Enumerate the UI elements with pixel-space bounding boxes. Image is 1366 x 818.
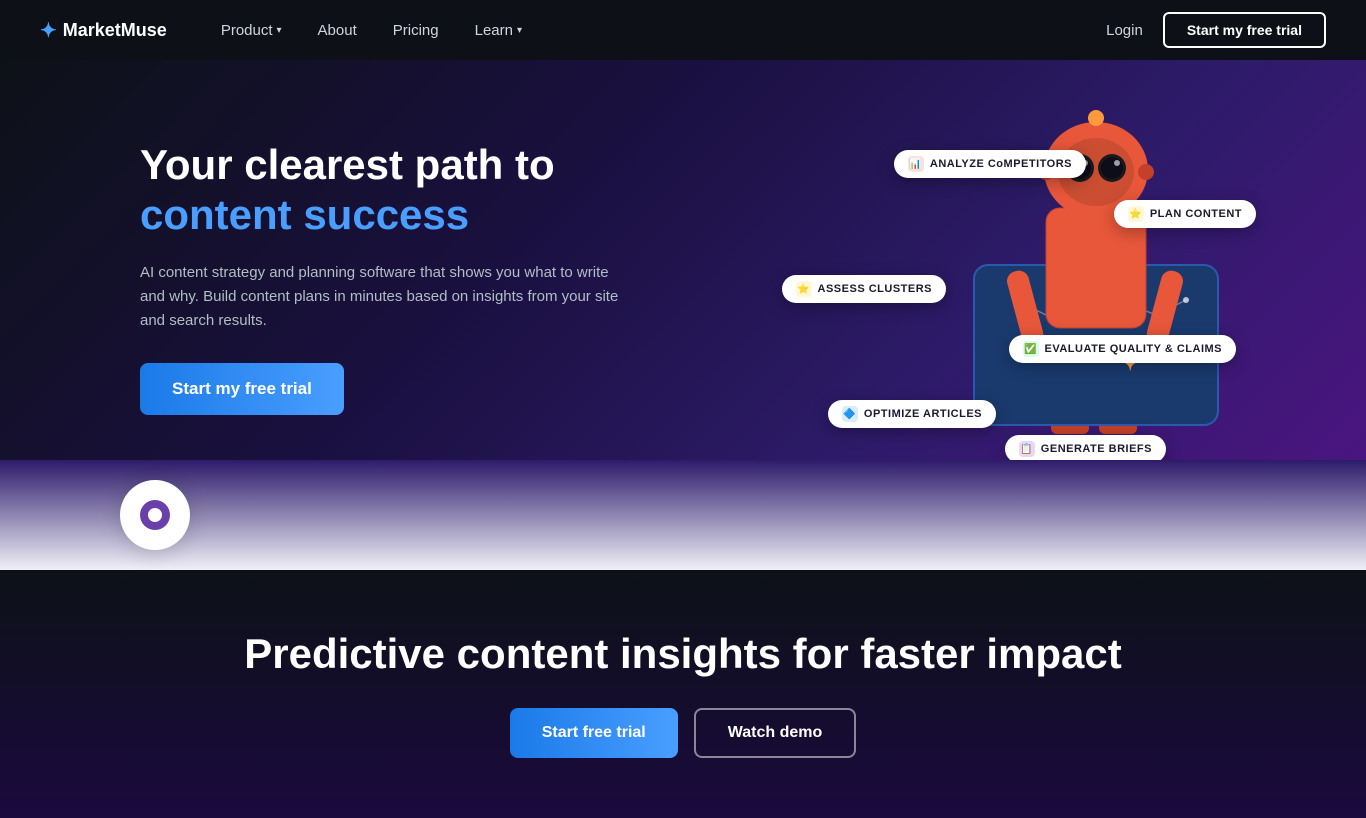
transition-section: [0, 460, 1366, 570]
nav-cta-button[interactable]: Start my free trial: [1163, 12, 1326, 48]
hero-title-accent: content success: [140, 191, 469, 238]
nav-pricing[interactable]: Pricing: [379, 14, 453, 47]
chip-optimize: 🔷 OPTIMIZE ARTICLES: [828, 400, 996, 428]
trust-logo-graphic: [140, 500, 170, 530]
hero-content: Your clearest path to content success AI…: [140, 120, 700, 460]
plan-icon: ⭐: [1128, 206, 1144, 222]
analyze-icon: 📊: [908, 156, 924, 172]
nav-links: Product ▾ About Pricing Learn ▾: [207, 14, 1106, 47]
hero-title-line1: Your clearest path to: [140, 141, 555, 188]
bottom-title: Predictive content insights for faster i…: [80, 630, 1286, 678]
bottom-start-trial-button[interactable]: Start free trial: [510, 708, 678, 758]
nav-learn[interactable]: Learn ▾: [461, 14, 536, 47]
bottom-cta-row: Start free trial Watch demo: [80, 708, 1286, 758]
nav-right: Login Start my free trial: [1106, 12, 1326, 48]
bottom-section: Predictive content insights for faster i…: [0, 570, 1366, 818]
hero-cta-button[interactable]: Start my free trial: [140, 363, 344, 415]
logo-icon: ✦: [40, 18, 57, 43]
chevron-down-icon: ▾: [517, 25, 522, 36]
login-button[interactable]: Login: [1106, 22, 1143, 39]
chip-evaluate: ✅ EVALUATE QUALITY & CLAIMS: [1009, 335, 1237, 363]
logo-text: MarketMuse: [63, 20, 167, 41]
chip-assess: ⭐ ASSESS CLUSTERS: [782, 275, 946, 303]
generate-icon: 📋: [1019, 441, 1035, 457]
nav-product[interactable]: Product ▾: [207, 14, 296, 47]
hero-illustration: 📊 ANALYZE CoMPETITORS ⭐ PLAN CONTENT ⭐ A…: [700, 120, 1286, 460]
trust-logo: [120, 480, 190, 550]
chip-generate: 📋 GENERATE BRIEFS: [1005, 435, 1166, 460]
logo[interactable]: ✦ MarketMuse: [40, 18, 167, 43]
navbar: ✦ MarketMuse Product ▾ About Pricing Lea…: [0, 0, 1366, 60]
evaluate-icon: ✅: [1023, 341, 1039, 357]
hero-subtitle: AI content strategy and planning softwar…: [140, 261, 620, 333]
hero-section: Your clearest path to content success AI…: [0, 60, 1366, 460]
optimize-icon: 🔷: [842, 406, 858, 422]
hero-title: Your clearest path to content success: [140, 140, 700, 241]
bottom-watch-demo-button[interactable]: Watch demo: [694, 708, 857, 758]
chip-plan: ⭐ PLAN CONTENT: [1114, 200, 1256, 228]
assess-icon: ⭐: [796, 281, 812, 297]
chip-analyze: 📊 ANALYZE CoMPETITORS: [894, 150, 1086, 178]
nav-about[interactable]: About: [304, 14, 371, 47]
chevron-down-icon: ▾: [277, 25, 282, 36]
